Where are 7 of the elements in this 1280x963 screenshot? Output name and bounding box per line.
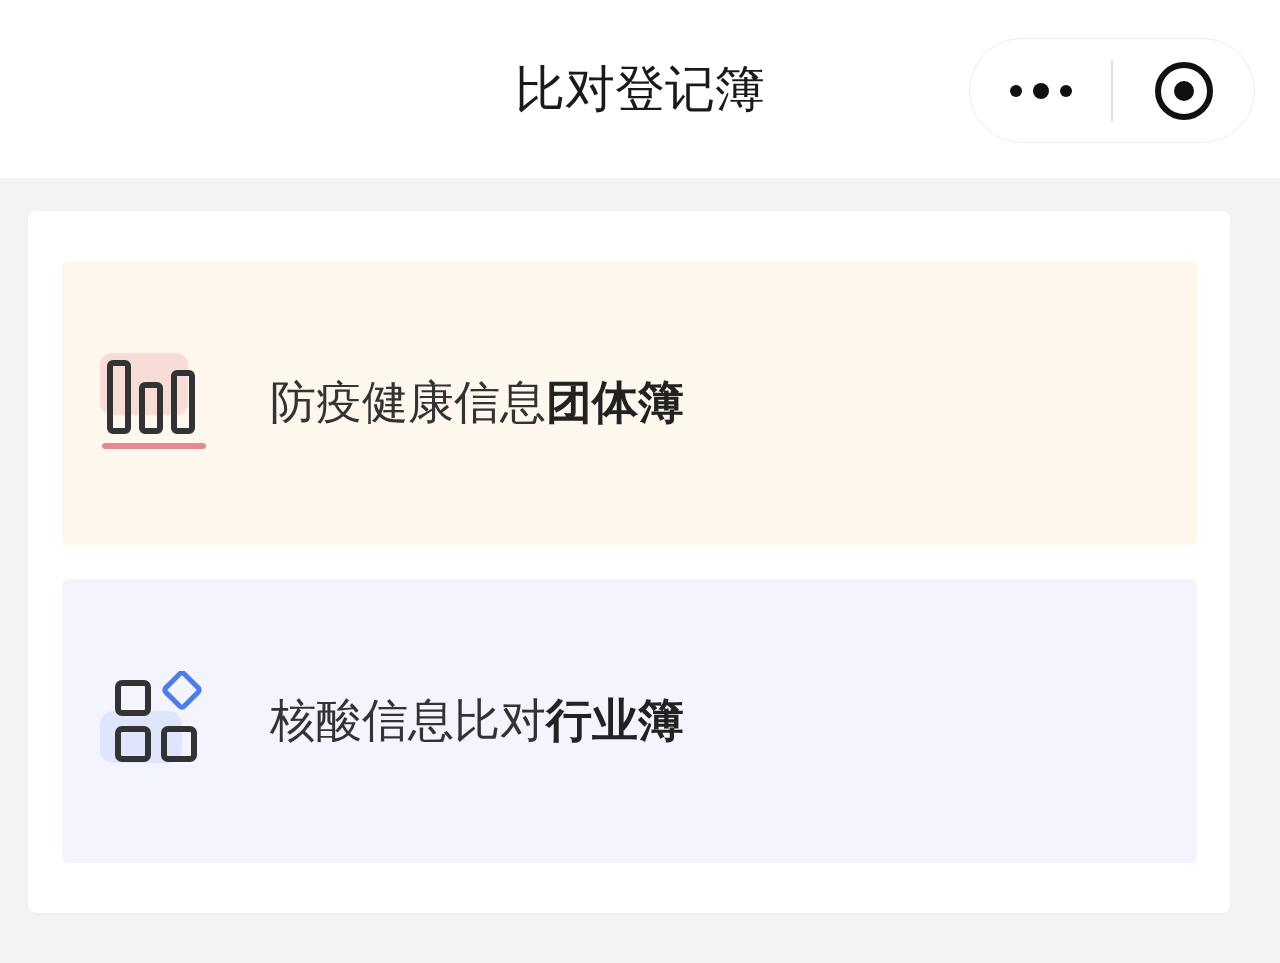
target-icon: [1153, 60, 1214, 121]
more-icon: [1008, 82, 1073, 99]
menu-entry[interactable]: 核酸信息比对行业簿: [62, 579, 1197, 863]
entry-label: 防疫健康信息团体簿: [270, 374, 684, 431]
menu-entry[interactable]: 防疫健康信息团体簿: [62, 261, 1197, 545]
entry-label: 核酸信息比对行业簿: [270, 692, 684, 749]
page-title: 比对登记簿: [515, 58, 765, 120]
